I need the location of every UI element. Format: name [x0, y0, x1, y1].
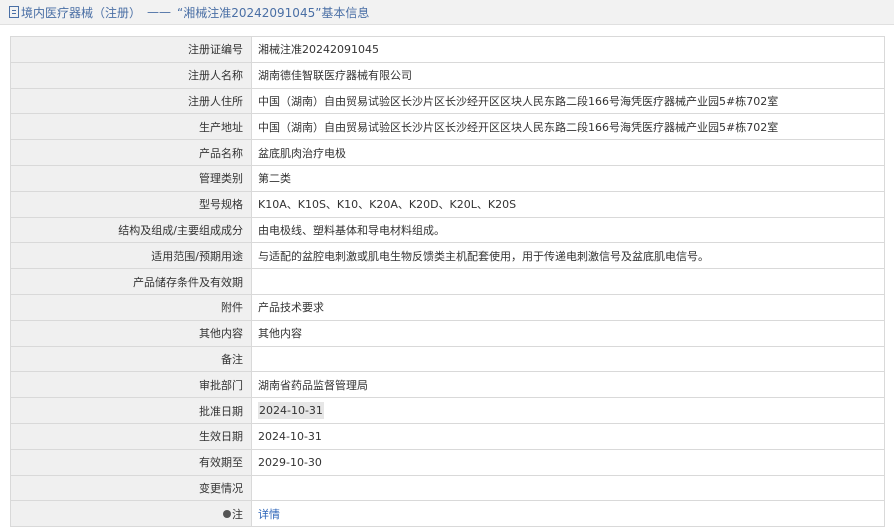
field-label: 型号规格 [10, 190, 252, 218]
table-row: 型号规格 K10A、K10S、K10、K20A、K20D、K20L、K20S [10, 190, 885, 218]
field-label: 管理类别 [10, 164, 252, 192]
table-row: 其他内容 其他内容 [10, 319, 885, 347]
field-label: 生产地址 [10, 113, 252, 141]
field-label: 结构及组成/主要组成成分 [10, 216, 252, 244]
approval-date-highlight: 2024-10-31 [258, 402, 324, 420]
pin-icon [223, 509, 231, 518]
table-row: 变更情况 [10, 474, 885, 502]
field-label: 注册人名称 [10, 61, 252, 89]
field-value: 湘械注准20242091045 [251, 36, 885, 63]
table-row: 结构及组成/主要组成成分 由电极线、塑料基体和导电材料组成。 [10, 216, 885, 244]
table-row: 备注 [10, 345, 885, 373]
details-link[interactable]: 详情 [258, 508, 280, 521]
field-value: 其他内容 [251, 319, 885, 347]
field-label: 批准日期 [10, 397, 252, 424]
field-label: 附件 [10, 293, 252, 321]
note-label-cell: 注 [10, 500, 252, 528]
table-row: 附件 产品技术要求 [10, 293, 885, 321]
field-label: 备注 [10, 345, 252, 373]
field-value: 2024-10-31 [251, 397, 885, 424]
table-row: 适用范围/预期用途 与适配的盆腔电刺激或肌电生物反馈类主机配套使用，用于传递电刺激… [10, 242, 885, 270]
table-row: 注册证编号 湘械注准20242091045 [10, 36, 885, 63]
field-value [251, 268, 885, 295]
note-label: 注 [232, 507, 243, 521]
field-label: 适用范围/预期用途 [10, 242, 252, 270]
table-row: 产品名称 盆底肌肉治疗电极 [10, 139, 885, 166]
field-value: 中国（湖南）自由贸易试验区长沙片区长沙经开区区块人民东路二段166号海凭医疗器械… [251, 87, 885, 115]
field-value [251, 474, 885, 502]
field-value: 与适配的盆腔电刺激或肌电生物反馈类主机配套使用，用于传递电刺激信号及盆底肌电信号… [251, 242, 885, 270]
field-value: 2024-10-31 [251, 422, 885, 450]
table-row: 管理类别 第二类 [10, 164, 885, 192]
field-value: 中国（湖南）自由贸易试验区长沙片区长沙经开区区块人民东路二段166号海凭医疗器械… [251, 113, 885, 141]
field-label: 生效日期 [10, 422, 252, 450]
field-value: 湖南德佳智联医疗器械有限公司 [251, 61, 885, 89]
table-row: 注 详情 [10, 500, 885, 528]
field-label: 注册人住所 [10, 87, 252, 115]
field-value: 由电极线、塑料基体和导电材料组成。 [251, 216, 885, 244]
note-value-cell: 详情 [251, 500, 885, 528]
table-row: 有效期至 2029-10-30 [10, 448, 885, 476]
field-label: 审批部门 [10, 371, 252, 399]
document-icon [9, 6, 19, 18]
field-value: 产品技术要求 [251, 293, 885, 321]
field-value [251, 345, 885, 373]
header-subject: “湘械注准20242091045”基本信息 [177, 5, 370, 20]
field-value: 2029-10-30 [251, 448, 885, 476]
field-label: 产品名称 [10, 139, 252, 166]
table-row: 批准日期 2024-10-31 [10, 397, 885, 424]
field-value: K10A、K10S、K10、K20A、K20D、K20L、K20S [251, 190, 885, 218]
field-value: 第二类 [251, 164, 885, 192]
field-value: 湖南省药品监督管理局 [251, 371, 885, 399]
field-label: 变更情况 [10, 474, 252, 502]
field-label: 有效期至 [10, 448, 252, 476]
field-label: 其他内容 [10, 319, 252, 347]
table-row: 审批部门 湖南省药品监督管理局 [10, 371, 885, 399]
table-row: 生效日期 2024-10-31 [10, 422, 885, 450]
field-label: 注册证编号 [10, 36, 252, 63]
table-row: 注册人住所 中国（湖南）自由贸易试验区长沙片区长沙经开区区块人民东路二段166号海… [10, 87, 885, 115]
field-value: 盆底肌肉治疗电极 [251, 139, 885, 166]
header-separator: —— [147, 5, 172, 19]
header-category: 境内医疗器械（注册） [21, 5, 142, 20]
table-row: 生产地址 中国（湖南）自由贸易试验区长沙片区长沙经开区区块人民东路二段166号海凭… [10, 113, 885, 141]
table-row: 注册人名称 湖南德佳智联医疗器械有限公司 [10, 61, 885, 89]
field-label: 产品储存条件及有效期 [10, 268, 252, 295]
page-header: 境内医疗器械（注册） —— “湘械注准20242091045”基本信息 [0, 0, 894, 25]
table-row: 产品储存条件及有效期 [10, 268, 885, 295]
info-table: 注册证编号 湘械注准20242091045 注册人名称 湖南德佳智联医疗器械有限公司… [10, 36, 885, 528]
